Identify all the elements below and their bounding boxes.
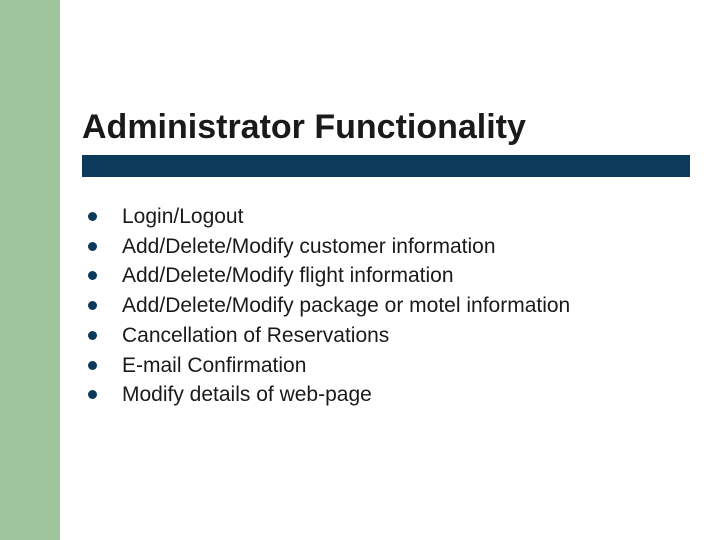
- slide-title: Administrator Functionality: [82, 108, 690, 147]
- list-item-text: Cancellation of Reservations: [122, 324, 389, 347]
- bullet-list: Login/Logout Add/Delete/Modify customer …: [82, 203, 690, 409]
- slide-content: Administrator Functionality Login/Logout…: [82, 108, 690, 411]
- list-item: Add/Delete/Modify flight information: [88, 262, 690, 290]
- title-underline-bar: [82, 155, 690, 177]
- list-item-text: Login/Logout: [122, 205, 243, 228]
- list-item-text: Add/Delete/Modify customer information: [122, 235, 496, 258]
- list-item: E-mail Confirmation: [88, 352, 690, 380]
- list-item-text: Add/Delete/Modify flight information: [122, 264, 454, 287]
- list-item-text: Add/Delete/Modify package or motel infor…: [122, 294, 570, 317]
- list-item-text: Modify details of web-page: [122, 383, 372, 406]
- list-item-text: E-mail Confirmation: [122, 354, 306, 377]
- left-accent-band: [0, 0, 60, 540]
- list-item: Add/Delete/Modify customer information: [88, 233, 690, 261]
- list-item: Cancellation of Reservations: [88, 322, 690, 350]
- list-item: Modify details of web-page: [88, 381, 690, 409]
- list-item: Login/Logout: [88, 203, 690, 231]
- list-item: Add/Delete/Modify package or motel infor…: [88, 292, 690, 320]
